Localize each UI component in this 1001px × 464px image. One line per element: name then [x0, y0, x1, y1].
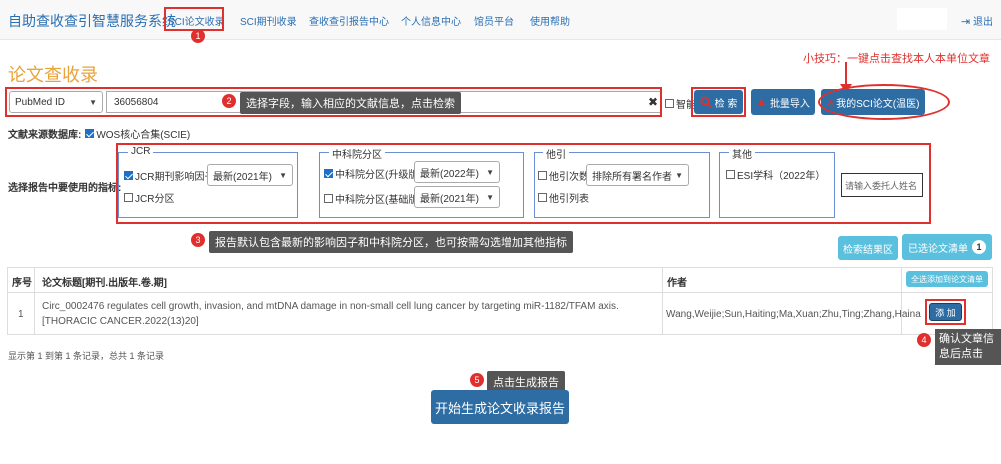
selected-count-badge: 1: [972, 240, 986, 254]
smart-checkbox-box[interactable]: [665, 99, 674, 108]
annotation-ellipse: [818, 84, 950, 120]
table-header-divider: [7, 292, 993, 293]
logout-icon: ⇥: [961, 16, 971, 28]
batch-import-button[interactable]: ▲ 批量导入: [751, 89, 815, 115]
user-plus-icon: ▲: [756, 96, 767, 108]
col-header-title: 论文标题[期刊.出版年.卷.期]: [42, 278, 167, 289]
table-col-divider: [34, 267, 35, 335]
row-author: Wang,Weijie;Sun,Haiting;Ma,Xuan;Zhu,Ting…: [666, 309, 921, 320]
nav-librarian-platform[interactable]: 馆员平台: [474, 13, 514, 28]
nav-personal-center[interactable]: 个人信息中心: [401, 13, 461, 28]
selected-list-button[interactable]: 已选论文清单 1: [902, 234, 992, 260]
wos-label: WOS核心合集(SCIE): [96, 130, 191, 141]
indicators-label: 选择报告中要使用的指标:: [8, 183, 122, 194]
col-header-no: 序号: [12, 278, 32, 289]
brand-title[interactable]: 自助查收查引智慧服务系统: [8, 11, 176, 31]
annotation-highlight-search-button: [691, 87, 746, 117]
step-badge-4: 4: [917, 333, 931, 347]
logout-label: 退出: [973, 17, 993, 28]
nav-help[interactable]: 使用帮助: [530, 13, 570, 28]
add-all-button[interactable]: 全选添加到论文清单: [906, 271, 988, 287]
source-db-row: 文献来源数据库: WOS核心合集(SCIE): [8, 126, 190, 141]
col-header-author: 作者: [667, 278, 687, 289]
nav-sci-journal[interactable]: SCI期刊收录: [240, 13, 297, 28]
batch-import-label: 批量导入: [769, 98, 810, 110]
search-results-button[interactable]: 检索结果区: [838, 236, 898, 260]
nav-report-center[interactable]: 查收查引报告中心: [309, 13, 389, 28]
generate-report-button[interactable]: 开始生成论文收录报告: [431, 390, 569, 424]
source-db-label: 文献来源数据库:: [8, 130, 82, 141]
annotation-confirm-tooltip: 确认文章信息后点击: [935, 329, 1001, 365]
table-col-divider: [662, 267, 663, 335]
records-summary: 显示第 1 到第 1 条记录，总共 1 条记录: [8, 351, 165, 361]
selected-list-label: 已选论文清单: [908, 243, 968, 255]
annotation-highlight-indicators: [116, 143, 931, 224]
step-badge-5: 5: [470, 373, 484, 387]
table-col-divider: [901, 267, 902, 335]
step-badge-3: 3: [191, 233, 205, 247]
row-no: 1: [18, 309, 24, 320]
logout-link[interactable]: ⇥ 退出: [961, 13, 993, 28]
step-badge-1: 1: [191, 29, 205, 43]
wos-checkbox[interactable]: [85, 129, 95, 138]
tip-text: 小技巧：一键点击查找本人本单位文章: [803, 53, 990, 65]
annotation-highlight-search: [5, 87, 662, 117]
row-title: Circ_0002476 regulates cell growth, inva…: [42, 301, 619, 327]
annotation-highlight-add: [925, 299, 966, 325]
page-title: 论文查收录: [8, 65, 98, 85]
user-name-area: [897, 8, 947, 30]
annotation-highlight-nav: [164, 7, 224, 31]
annotation-indicators-tooltip: 报告默认包含最新的影响因子和中科院分区，也可按需勾选增加其他指标: [209, 231, 573, 253]
